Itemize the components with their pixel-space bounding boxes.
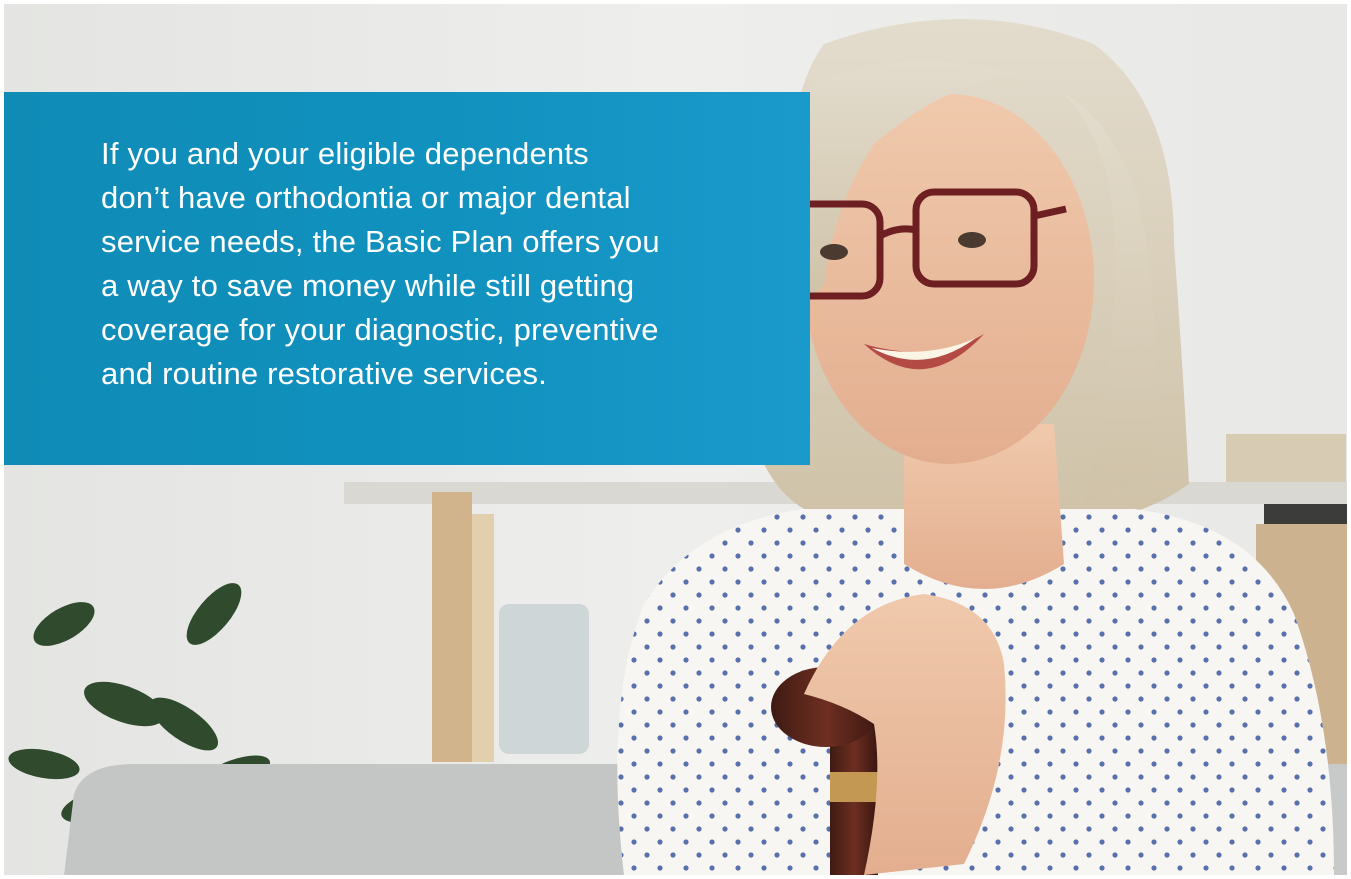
callout-text: If you and your eligible dependents don’… bbox=[101, 136, 660, 391]
hero-banner: If you and your eligible dependents don’… bbox=[4, 4, 1347, 875]
